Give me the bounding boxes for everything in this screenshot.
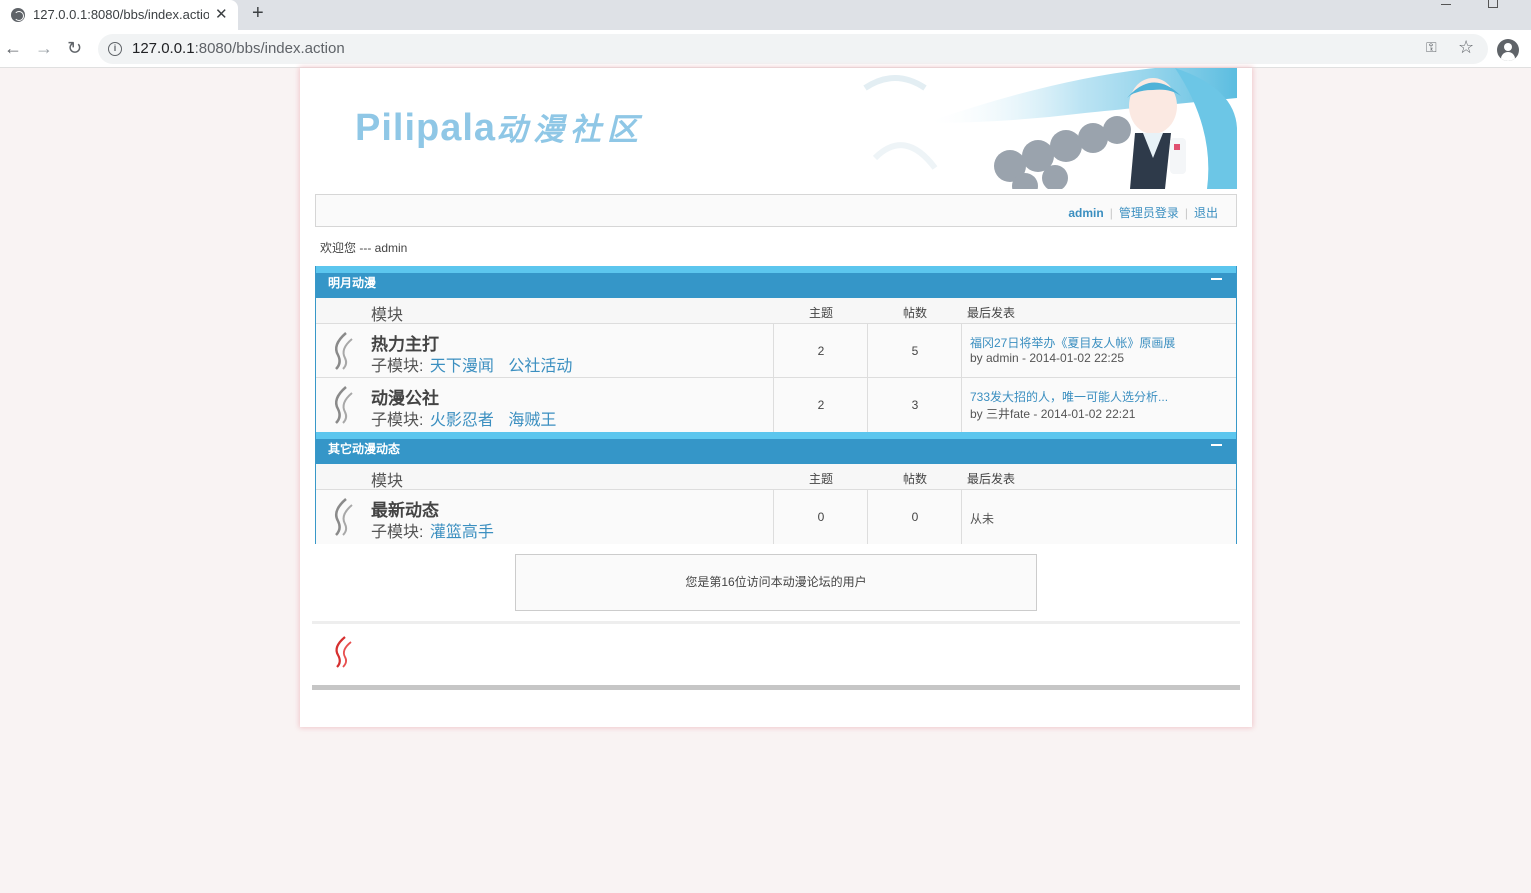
nav-links: admin | 管理员登录 | 退出 [1068,204,1218,221]
collapse-icon[interactable] [1211,278,1222,280]
maximize-icon[interactable] [1488,0,1498,8]
post-count: 0 [867,490,962,544]
minimize-icon[interactable] [1441,4,1451,5]
welcome-text: 欢迎您 --- admin [320,241,408,255]
reload-icon[interactable]: ↻ [67,38,82,58]
last-post-link[interactable]: 733发大招的人，唯一可能人选分析... [970,388,1168,405]
site-banner: Pilipala动漫社区 [315,68,1237,189]
column-header-last-post: 最后发表 [967,306,1016,320]
subforum-label: 子模块: [371,358,424,375]
banner-illustration [863,68,1237,189]
forum-flame-icon [335,386,353,424]
url-text[interactable]: 127.0.0.1:8080/bbs/index.action [132,40,345,57]
column-header-topics: 主题 [809,306,834,320]
last-post-cell: 从未 [961,490,1236,544]
nav-divider: | [1184,206,1188,220]
section-header: 明月动漫 [316,266,1236,298]
last-post-cell: 福冈27日将举办《夏目友人帐》原画展 by admin - 2014-01-02… [961,324,1236,378]
last-post-never: 从未 [970,512,995,526]
forum-row: 最新动态 子模块: 灌篮高手 0 0 从未 [316,490,1236,544]
column-header-posts: 帖数 [903,306,928,320]
last-post-link[interactable]: 福冈27日将举办《夏目友人帐》原画展 [970,334,1175,351]
subforum-link[interactable]: 灌篮高手 [430,524,494,541]
subforum-link[interactable]: 火影忍者 [430,412,494,429]
collapse-icon[interactable] [1211,444,1222,446]
subforum-link[interactable]: 公社活动 [508,358,572,375]
section-title: 明月动漫 [328,276,377,290]
forum-section: 明月动漫 模块 主题 帖数 最后发表 热力主打 子模块: 天下漫闻 公社活动 2… [315,266,1237,432]
nav-divider: | [1109,206,1113,220]
column-header-row: 模块 主题 帖数 最后发表 [316,298,1236,324]
post-count: 3 [867,378,962,432]
post-count: 5 [867,324,962,378]
flame-logo-icon [335,636,352,668]
column-header-forum: 模块 [371,307,404,324]
close-icon[interactable]: ✕ [215,5,228,23]
address-bar[interactable]: i 127.0.0.1:8080/bbs/index.action ⚿ ☆ [98,34,1488,64]
subforum-label: 子模块: [371,524,424,541]
last-post-cell: 733发大招的人，唯一可能人选分析... by 三井fate - 2014-01… [961,378,1236,432]
column-header-row: 模块 主题 帖数 最后发表 [316,464,1236,490]
browser-tabbar: 127.0.0.1:8080/bbs/index.action ✕ + [0,0,1531,30]
section-title: 其它动漫动态 [328,442,401,456]
footer-bar [312,685,1240,690]
plus-icon[interactable]: + [252,2,264,25]
column-header-posts: 帖数 [903,472,928,486]
subforum-list: 子模块: 火影忍者 海贼王 [371,406,566,430]
site-logo[interactable]: Pilipala动漫社区 [355,104,644,150]
browser-toolbar: ← → ↻ i 127.0.0.1:8080/bbs/index.action … [0,30,1531,68]
info-icon[interactable]: i [108,42,122,56]
forward-icon[interactable]: → [35,38,53,58]
forum-row: 热力主打 子模块: 天下漫闻 公社活动 2 5 福冈27日将举办《夏目友人帐》原… [316,324,1236,378]
subforum-label: 子模块: [371,412,424,429]
footer-divider [312,621,1240,624]
forum-row: 动漫公社 子模块: 火影忍者 海贼王 2 3 733发大招的人，唯一可能人选分析… [316,378,1236,432]
nav-user-link[interactable]: admin [1068,206,1103,220]
top-nav-bar: admin | 管理员登录 | 退出 [315,194,1237,227]
forum-flame-icon [335,332,353,370]
subforum-link[interactable]: 天下漫闻 [430,358,494,375]
nav-logout-link[interactable]: 退出 [1194,206,1218,220]
key-icon[interactable]: ⚿ [1426,39,1437,56]
column-header-forum: 模块 [371,473,404,490]
profile-icon[interactable] [1497,39,1519,61]
last-post-meta: by admin - 2014-01-02 22:25 [970,351,1125,365]
topic-count: 2 [773,378,868,432]
subforum-list: 子模块: 天下漫闻 公社活动 [371,352,582,376]
topic-count: 2 [773,324,868,378]
forum-section: 其它动漫动态 模块 主题 帖数 最后发表 最新动态 子模块: 灌篮高手 0 0 … [315,432,1237,544]
globe-icon [11,8,25,22]
column-header-last-post: 最后发表 [967,472,1016,486]
back-icon[interactable]: ← [4,38,22,58]
browser-tab[interactable]: 127.0.0.1:8080/bbs/index.action ✕ [0,0,238,30]
subforum-list: 子模块: 灌篮高手 [371,518,504,542]
topic-count: 0 [773,490,868,544]
tab-title: 127.0.0.1:8080/bbs/index.action [33,7,209,22]
forum-flame-icon [335,498,353,536]
visitor-counter: 您是第16位访问本动漫论坛的用户 [515,554,1037,611]
section-header: 其它动漫动态 [316,432,1236,464]
star-icon[interactable]: ☆ [1458,37,1474,58]
last-post-meta: by 三井fate - 2014-01-02 22:21 [970,407,1136,421]
nav-admin-login-link[interactable]: 管理员登录 [1119,206,1179,220]
column-header-topics: 主题 [809,472,834,486]
page-container: Pilipala动漫社区 admin | 管理员登录 | 退出 欢迎您 --- … [300,68,1252,727]
subforum-link[interactable]: 海贼王 [508,412,556,429]
